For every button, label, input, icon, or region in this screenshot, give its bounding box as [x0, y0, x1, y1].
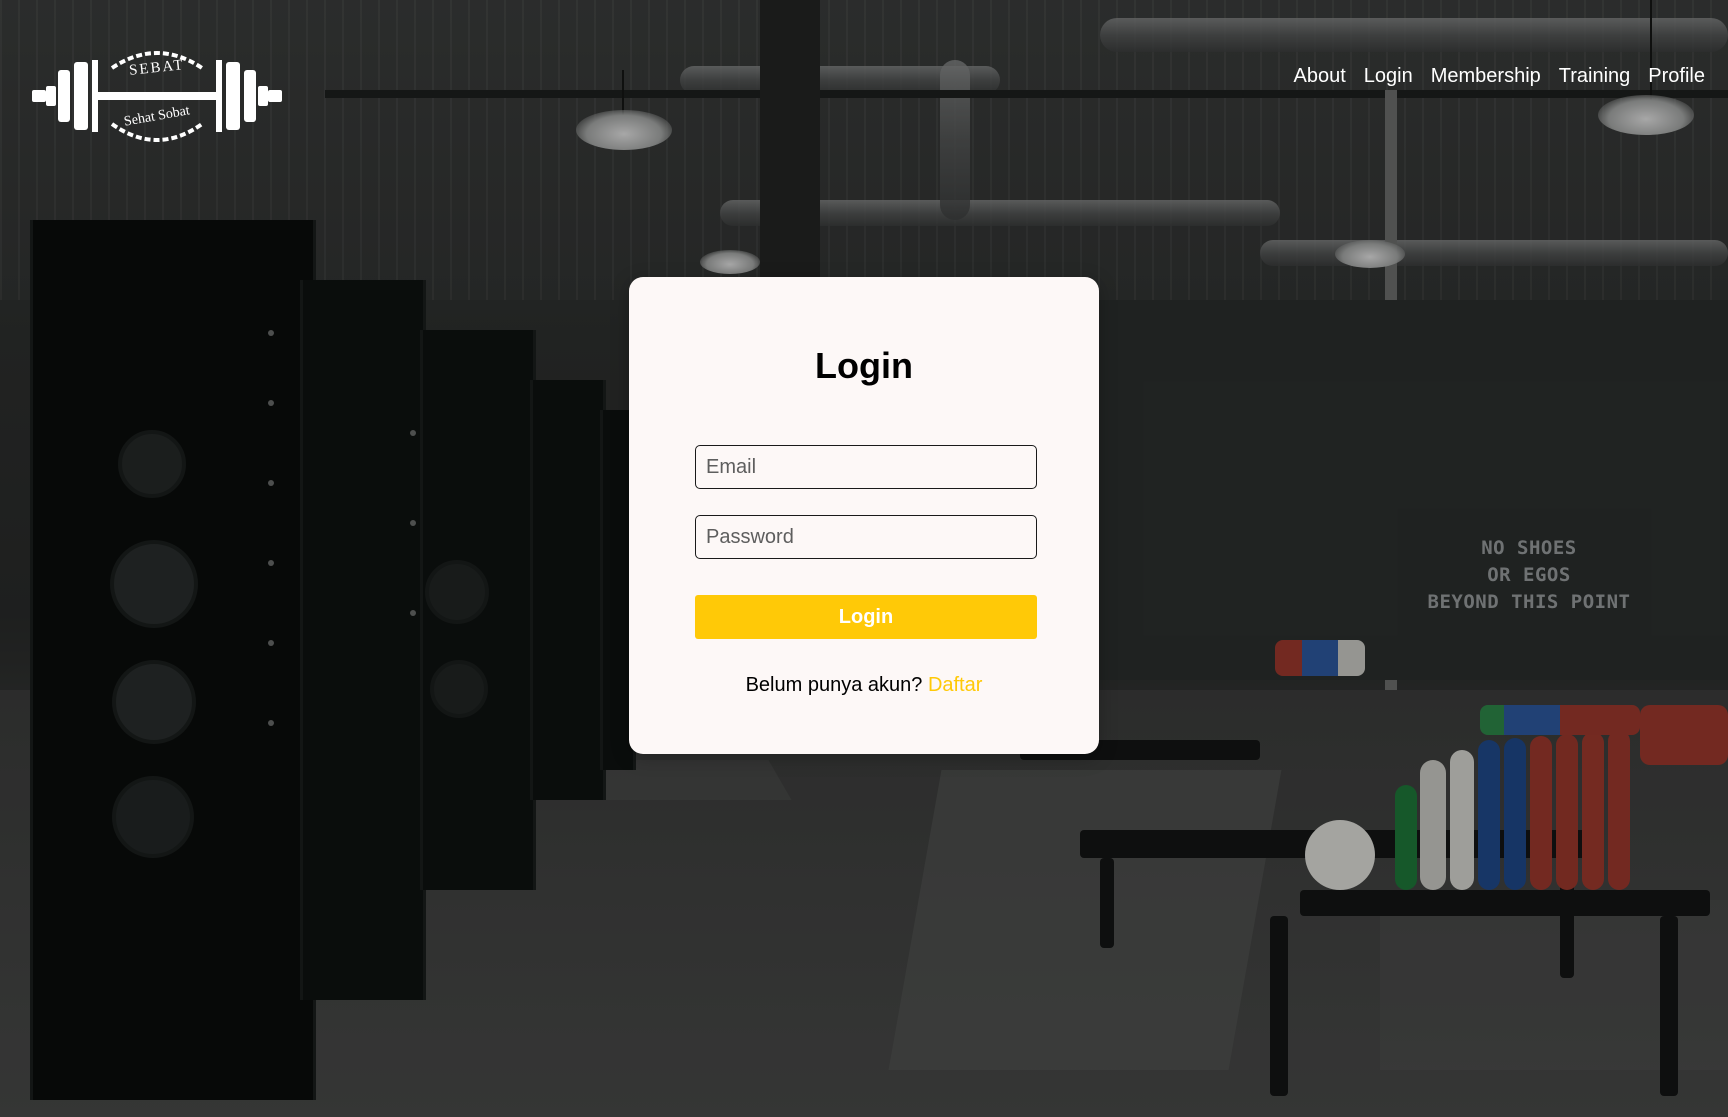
login-button[interactable]: Login: [695, 595, 1037, 639]
nav-link-membership[interactable]: Membership: [1431, 64, 1541, 88]
sebat-logo[interactable]: SEBAT Sehat Sobat: [32, 40, 282, 158]
login-title: Login: [815, 345, 913, 386]
nav-link-profile[interactable]: Profile: [1648, 64, 1705, 88]
nav-link-login[interactable]: Login: [1364, 64, 1413, 88]
register-link[interactable]: Daftar: [928, 674, 982, 696]
main-nav: About Login Membership Training Profile: [1294, 64, 1705, 88]
register-prompt-line: Belum punya akun? Daftar: [629, 674, 1099, 697]
email-field[interactable]: [695, 445, 1037, 489]
nav-link-training[interactable]: Training: [1559, 64, 1631, 88]
password-field[interactable]: [695, 515, 1037, 559]
register-prompt-text: Belum punya akun?: [745, 674, 923, 696]
login-card: Login Login Belum punya akun? Daftar: [629, 277, 1099, 754]
nav-link-about[interactable]: About: [1294, 64, 1346, 88]
